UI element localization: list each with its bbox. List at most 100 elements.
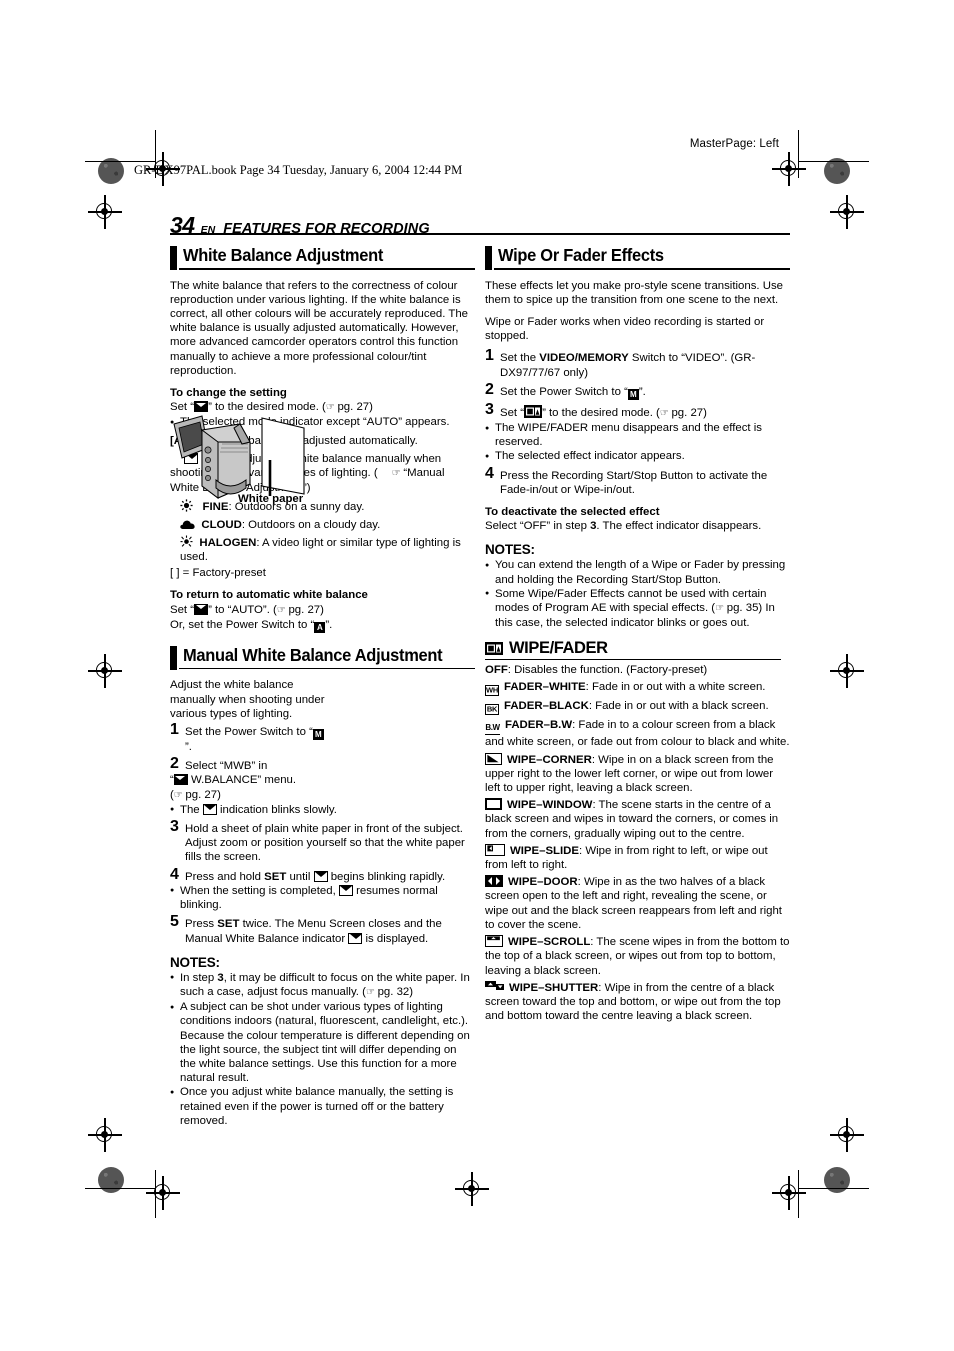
set-button-label: SET [217, 918, 240, 931]
wb-cloud-row: CLOUD: Outdoors on a cloudy day. [170, 518, 475, 532]
wf-step-4: 4 Press the Recording Start/Stop Button … [485, 464, 790, 497]
wb-intro-paragraph: The white balance that refers to the cor… [170, 279, 468, 377]
wf-step3-suffix: ” to the desired mode. ( [542, 406, 660, 419]
list-item: Some Wipe/Fader Effects cannot be used w… [485, 586, 790, 631]
wf-step-3: 3 Set “” to the desired mode. (☞ pg. 27) [485, 400, 790, 421]
wipe-fader-icon [485, 642, 503, 656]
wf-item-fader-bw: B.W FADER–B.W: Fade in to a colour screen… [485, 718, 790, 749]
fader-black-icon: BK [485, 704, 499, 716]
wb-factory-preset-note: [ ] = Factory-preset [170, 567, 266, 580]
page-ref-hand-icon: ☞ [391, 468, 401, 480]
wf-step3-prefix: Set “ [500, 406, 525, 419]
crop-rule-vertical-bottom-left [155, 1170, 157, 1218]
mwb-step-1: 1 Set the Power Switch to “M ”. [170, 722, 330, 754]
step-number: 3 [485, 400, 494, 418]
mwb-step2-line2: “ W.BALANCE” menu. [170, 773, 475, 787]
section-rule [179, 667, 475, 670]
wf-item-label: WIPE–DOOR [508, 876, 578, 889]
wb-halogen-row: HALOGEN: A video light or similar type o… [170, 535, 475, 564]
power-switch-auto-icon: A [314, 621, 326, 633]
registration-mark-bottom-center [455, 1172, 489, 1206]
file-stamp: GR-DX97PAL.book Page 34 Tuesday, January… [134, 163, 463, 177]
crop-rule-bottom-right [799, 1188, 869, 1190]
mwb-step2-bullets: The indication blinks slowly. [170, 802, 475, 817]
registration-mark-left-middle [88, 654, 122, 688]
white-balance-icon [194, 603, 209, 615]
section-bar [485, 246, 492, 270]
step-number: 4 [170, 865, 179, 883]
wf-intro-paragraph-2: Wipe or Fader works when video recording… [485, 316, 765, 343]
manual-white-balance-icon [202, 803, 217, 815]
list-item: A subject can be shot under various type… [170, 1000, 475, 1085]
wb-cloud-text: : Outdoors on a cloudy day. [241, 518, 381, 531]
mwb-step2-pageref: pg. 27) [182, 788, 221, 801]
wb-powerswitch-suffix: ”. [325, 618, 333, 631]
crop-rule-bottom-left [85, 1188, 155, 1190]
mwb-step-5: 5 Press SET twice. The Menu Screen close… [170, 914, 475, 945]
step-text: Hold a sheet of plain white paper in fro… [185, 823, 465, 864]
wipe-fader-icon [524, 404, 543, 418]
wf-deact-suffix: . The effect indicator disappears. [596, 520, 762, 533]
mwb-step-4: 4 Press and hold SET until begins blinki… [170, 865, 475, 884]
section-title: Wipe Or Fader Effects [498, 245, 664, 265]
step-number: 2 [170, 755, 179, 773]
wf-item-text: : Fade in or out with a white screen. [585, 681, 766, 694]
mwb-notes-heading: NOTES: [170, 954, 220, 970]
mwb-step4-bullet-prefix: When the setting is completed, [180, 884, 339, 897]
wf-item-label: WIPE–WINDOW [507, 799, 593, 812]
wf-item-label: WIPE–CORNER [507, 753, 592, 766]
fader-white-icon: WH [485, 685, 499, 697]
wf-step-2: 2 Set the Power Switch to “M”. [485, 380, 790, 400]
page-ref-hand-icon: ☞ [173, 789, 183, 801]
left-column: White Balance Adjustment The white balan… [170, 245, 475, 1128]
wf-item-wipe-door: WIPE–DOOR: Wipe in as the two halves of … [485, 875, 790, 932]
wb-halogen-label: HALOGEN [199, 536, 257, 549]
wb-return-auto-heading: To return to automatic white balance [170, 589, 368, 602]
wf-item-label: FADER–BLACK [504, 700, 589, 713]
wipe-shutter-icon [485, 980, 504, 993]
section-white-balance-adjustment: White Balance Adjustment [170, 245, 475, 270]
step-text: Set the VIDEO/MEMORY Switch to “VIDEO”. … [500, 351, 790, 379]
wf-item-text: : Fade in or out with a black screen. [588, 700, 769, 713]
mwb-step2-bullet-suffix: indication blinks slowly. [216, 803, 337, 816]
step-number: 4 [485, 464, 494, 482]
mwb-step2-line1: Select “MWB” in [185, 760, 268, 773]
mwb-step4-suffix: begins blinking rapidly. [327, 870, 446, 883]
mwb-step1-prefix: Set the Power Switch to “ [185, 726, 313, 739]
step-number: 3 [170, 818, 179, 836]
wf-item-fader-white: WH FADER–WHITE: Fade in or out with a whi… [485, 680, 790, 697]
registration-mark-top-right [772, 152, 806, 186]
wf-item-fader-black: BK FADER–BLACK: Fade in or out with a bla… [485, 699, 790, 716]
mwb-intro-paragraph: Adjust the white balance manually when s… [170, 679, 325, 720]
wf-step3-pageref: pg. 27) [668, 406, 707, 419]
step-number: 2 [485, 380, 494, 398]
list-item: You can extend the length of a Wipe or F… [485, 558, 790, 586]
wipe-slide-icon [485, 843, 505, 856]
wb-return-prefix: Set “ [170, 603, 195, 616]
right-column: Wipe Or Fader Effects These effects let … [485, 245, 790, 1023]
note-prefix: In step [180, 971, 218, 984]
wf-item-label: OFF [485, 664, 508, 677]
step-text: Press SET twice. The Menu Screen closes … [185, 917, 475, 945]
wipe-scroll-icon [485, 935, 503, 948]
wf-notes-heading: NOTES: [485, 542, 535, 558]
wb-change-setting-heading: To change the setting [170, 387, 287, 400]
step-text: Select “MWB” in [185, 759, 330, 773]
step-text: Press and hold SET until begins blinking… [185, 870, 475, 884]
mwb-step4-prefix: Press and hold [185, 870, 265, 883]
registration-mark-bottom-left [146, 1176, 180, 1210]
power-switch-manual-icon: M [627, 388, 639, 400]
wipe-fader-list-heading: WIPE/FADER [485, 640, 790, 661]
mwb-step2-line2-suffix: W.BALANCE” menu. [187, 774, 297, 787]
wb-return-auto-line1: Set “” to “AUTO”. (☞ pg. 27) [170, 603, 475, 618]
manual-white-balance-icon [338, 884, 353, 896]
wf-step1-prefix: Set the [500, 352, 540, 365]
wipe-window-icon [485, 798, 502, 811]
section-wipe-or-fader-effects: Wipe Or Fader Effects [485, 245, 790, 270]
wf-item-label: WIPE–SCROLL [508, 936, 591, 949]
wf-item-wipe-slide: WIPE–SLIDE: Wipe in from right to left, … [485, 843, 790, 872]
crop-rule-vertical-top-right [797, 130, 799, 178]
list-item: In step 3, it may be difficult to focus … [170, 970, 475, 1000]
manual-white-balance-icon [313, 870, 328, 882]
wipe-fader-heading-rule [485, 658, 781, 661]
